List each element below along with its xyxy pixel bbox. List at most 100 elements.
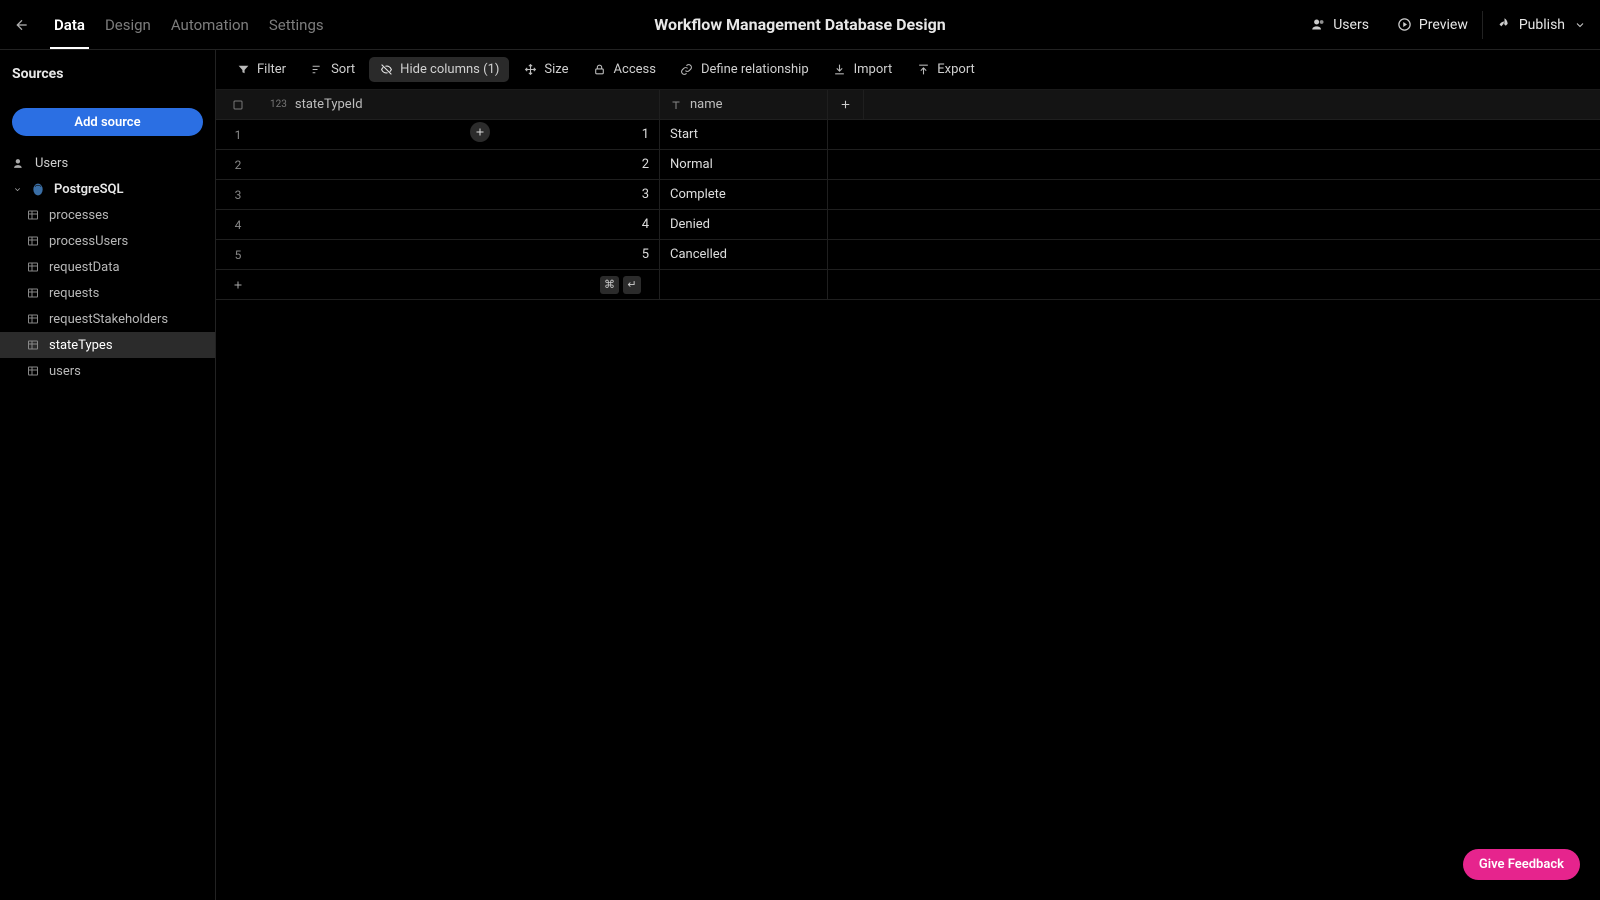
plus-icon	[232, 279, 244, 291]
cell-stateTypeId[interactable]: 1	[260, 120, 660, 149]
cell-stateTypeId[interactable]: 3	[260, 180, 660, 209]
text-type-icon	[670, 99, 682, 111]
table-row[interactable]: 44Denied	[216, 210, 1600, 240]
table-icon	[26, 261, 40, 273]
users-button[interactable]: Users	[1297, 0, 1383, 49]
tool-label: Size	[544, 62, 568, 77]
give-feedback-button[interactable]: Give Feedback	[1463, 849, 1580, 880]
arrow-left-icon	[14, 17, 30, 33]
table-label: requestData	[49, 260, 120, 275]
sidebar-table-requestStakeholders[interactable]: requestStakeholders	[0, 306, 215, 332]
table-toolbar: Filter Sort Hide columns (1) Size Access…	[216, 50, 1600, 90]
sort-icon	[310, 63, 324, 77]
cell-name[interactable]: Start	[660, 120, 828, 149]
sidebar-heading: Sources	[0, 58, 215, 90]
column-header-name[interactable]: name	[660, 90, 828, 119]
tool-label: Filter	[257, 62, 286, 77]
table-row[interactable]: 22Normal	[216, 150, 1600, 180]
datasource-label: PostgreSQL	[54, 182, 124, 197]
cell-name[interactable]: Normal	[660, 150, 828, 179]
page-title: Workflow Management Database Design	[654, 15, 945, 34]
select-all-checkbox[interactable]	[216, 90, 260, 119]
sidebar-table-users[interactable]: users	[0, 358, 215, 384]
number-type-icon: 123	[270, 99, 287, 110]
table-label: stateTypes	[49, 338, 113, 353]
tool-label: Define relationship	[701, 62, 809, 77]
sidebar-table-requestData[interactable]: requestData	[0, 254, 215, 280]
access-button[interactable]: Access	[583, 57, 666, 82]
cell-stateTypeId[interactable]: 4	[260, 210, 660, 239]
sidebar-table-processUsers[interactable]: processUsers	[0, 228, 215, 254]
filter-button[interactable]: Filter	[226, 57, 296, 82]
tool-label: Import	[854, 62, 893, 77]
top-bar: Data Design Automation Settings Workflow…	[0, 0, 1600, 50]
preview-label: Preview	[1419, 17, 1468, 33]
play-circle-icon	[1397, 17, 1412, 32]
row-number: 3	[216, 180, 260, 209]
cell-stateTypeId[interactable]: 2	[260, 150, 660, 179]
size-button[interactable]: Size	[513, 57, 578, 82]
add-source-button[interactable]: Add source	[12, 108, 203, 136]
move-icon	[523, 63, 537, 77]
users-label: Users	[1333, 17, 1369, 33]
tab-settings[interactable]: Settings	[259, 0, 334, 49]
table-label: processes	[49, 208, 109, 223]
table-icon	[26, 365, 40, 377]
sidebar-item-label: Users	[35, 156, 68, 171]
publish-button[interactable]: Publish	[1483, 0, 1600, 49]
column-label: stateTypeId	[295, 97, 363, 112]
add-column-fab[interactable]	[470, 122, 490, 142]
table-icon	[26, 235, 40, 247]
sidebar-datasource[interactable]: PostgreSQL	[0, 176, 215, 202]
link-icon	[680, 63, 694, 77]
plus-icon	[474, 126, 486, 138]
tool-label: Sort	[331, 62, 355, 77]
tab-data[interactable]: Data	[44, 0, 95, 49]
data-grid: 123 stateTypeId name 11Start22Normal33Co…	[216, 90, 1600, 300]
column-header-stateTypeId[interactable]: 123 stateTypeId	[260, 90, 660, 119]
hide-columns-button[interactable]: Hide columns (1)	[369, 57, 509, 82]
sidebar-table-processes[interactable]: processes	[0, 202, 215, 228]
table-label: processUsers	[49, 234, 128, 249]
cell-name[interactable]: Denied	[660, 210, 828, 239]
table-icon	[26, 287, 40, 299]
column-label: name	[690, 97, 723, 112]
table-row[interactable]: 33Complete	[216, 180, 1600, 210]
sidebar: Sources Add source Users PostgreSQL proc…	[0, 50, 216, 900]
table-label: requests	[49, 286, 99, 301]
chevron-down-icon	[12, 185, 22, 194]
main-area: Filter Sort Hide columns (1) Size Access…	[216, 50, 1600, 900]
kbd-enter: ↵	[623, 276, 641, 294]
sidebar-table-stateTypes[interactable]: stateTypes	[0, 332, 215, 358]
table-label: requestStakeholders	[49, 312, 168, 327]
publish-label: Publish	[1519, 17, 1565, 33]
cell-stateTypeId[interactable]: 5	[260, 240, 660, 269]
tab-automation[interactable]: Automation	[161, 0, 259, 49]
sort-button[interactable]: Sort	[300, 57, 365, 82]
sidebar-item-users[interactable]: Users	[0, 150, 215, 176]
export-button[interactable]: Export	[906, 57, 985, 82]
plus-icon	[839, 98, 852, 111]
table-row[interactable]: 55Cancelled	[216, 240, 1600, 270]
upload-icon	[916, 63, 930, 77]
top-right: Users Preview Publish	[1297, 0, 1600, 49]
back-button[interactable]	[0, 17, 44, 33]
row-number: 2	[216, 150, 260, 179]
sidebar-table-requests[interactable]: requests	[0, 280, 215, 306]
filter-icon	[236, 63, 250, 77]
define-relationship-button[interactable]: Define relationship	[670, 57, 819, 82]
checkbox-icon	[232, 99, 244, 111]
table-row[interactable]: 11Start	[216, 120, 1600, 150]
tab-design[interactable]: Design	[95, 0, 161, 49]
grid-header: 123 stateTypeId name	[216, 90, 1600, 120]
preview-button[interactable]: Preview	[1383, 0, 1482, 49]
cell-name[interactable]: Complete	[660, 180, 828, 209]
cell-name[interactable]: Cancelled	[660, 240, 828, 269]
add-row[interactable]: ⌘ ↵	[216, 270, 1600, 300]
tool-label: Hide columns (1)	[400, 62, 499, 77]
users-icon	[12, 157, 26, 170]
import-button[interactable]: Import	[823, 57, 903, 82]
table-icon	[26, 209, 40, 221]
add-column-button[interactable]	[828, 90, 864, 119]
download-icon	[833, 63, 847, 77]
